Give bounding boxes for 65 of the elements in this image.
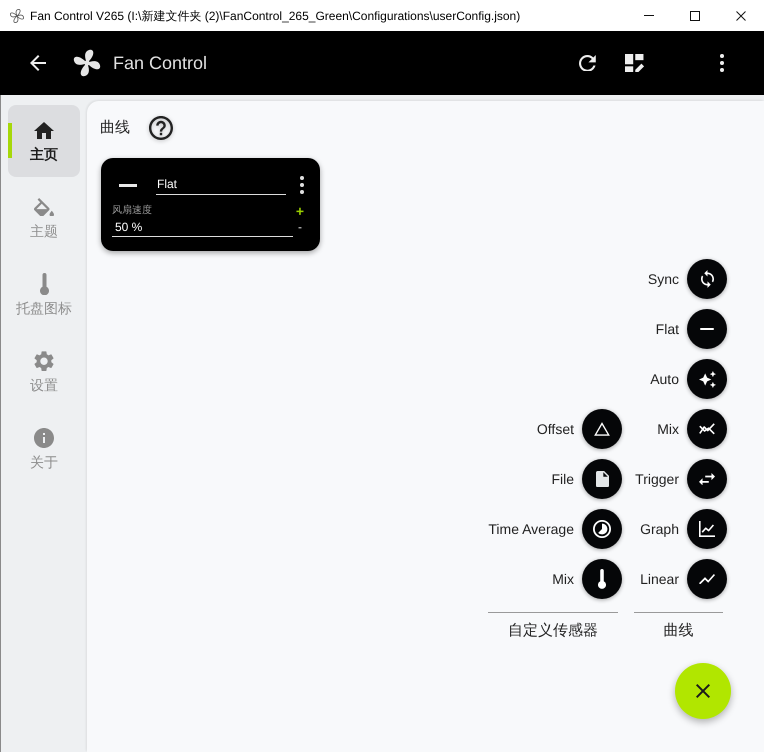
- swap-arrows-icon: [699, 472, 715, 486]
- circular-arrows-icon: [700, 270, 714, 288]
- sparkles-icon: [698, 370, 716, 388]
- thermometer-icon: [598, 569, 606, 589]
- close-button[interactable]: [675, 663, 731, 719]
- speed-dial-button[interactable]: [687, 459, 727, 499]
- group-caption: 曲线: [662, 621, 694, 641]
- action-label: Graph: [640, 520, 679, 538]
- trend-line-icon: [699, 574, 715, 584]
- field-value: 50 %: [114, 219, 144, 236]
- action-label: File: [551, 470, 574, 488]
- close-icon: [736, 10, 746, 20]
- speed-dial-button[interactable]: [687, 509, 727, 549]
- action-label: Mix: [657, 420, 679, 438]
- help-icon: [149, 116, 173, 140]
- more-icon: [300, 176, 304, 194]
- paint-bucket-icon: [34, 198, 54, 216]
- fan-logo-icon: [73, 49, 101, 77]
- group-caption: 自定义传感器: [507, 621, 599, 641]
- action-label: Time Average: [488, 520, 574, 538]
- name-field[interactable]: Flat: [156, 175, 286, 195]
- speed-dial-button[interactable]: [582, 559, 622, 599]
- window-title: Fan Control V265 (I:\新建文件夹 (2)\FanControl_265_Green\Configurations\userConfig.json): [30, 8, 522, 24]
- back-arrow-icon: [30, 55, 46, 71]
- thermometer-icon: [40, 272, 48, 296]
- speed-dial-button[interactable]: [687, 309, 727, 349]
- minus-icon: [119, 184, 137, 186]
- field-label: 风扇速度: [112, 204, 153, 218]
- refresh-icon: [578, 54, 596, 72]
- speed-dial-button[interactable]: [687, 409, 727, 449]
- card-menu-button[interactable]: [297, 175, 307, 195]
- app-title: Fan Control: [113, 52, 208, 75]
- increment-button[interactable]: +: [293, 204, 307, 218]
- close-icon: [696, 684, 710, 698]
- action-label: Offset: [536, 420, 574, 438]
- maximize-icon: [690, 10, 700, 20]
- action-label: Flat: [656, 320, 679, 338]
- action-label: Auto: [650, 370, 679, 388]
- info-icon: [34, 428, 54, 448]
- action-label: Linear: [640, 570, 679, 588]
- speed-dial-button[interactable]: [687, 559, 727, 599]
- decrement-button[interactable]: -: [293, 218, 307, 236]
- action-label: Trigger: [635, 470, 679, 488]
- speed-dial-button[interactable]: [582, 509, 622, 549]
- pie-chart-icon: [593, 520, 611, 538]
- fan-speed-field[interactable]: 风扇速度 50 %: [112, 204, 293, 237]
- action-label: Mix: [552, 570, 574, 588]
- more-icon: [720, 54, 724, 72]
- document-icon: [596, 470, 608, 488]
- speed-dial-button[interactable]: [687, 259, 727, 299]
- minimize-icon: [644, 15, 654, 16]
- home-icon: [34, 122, 54, 138]
- nav-item[interactable]: 主页: [8, 105, 80, 177]
- triangle-icon: [594, 422, 610, 436]
- line-chart-icon: [699, 521, 715, 537]
- minus-icon: [700, 328, 714, 330]
- settings-icon: [34, 350, 54, 372]
- crossing-lines-icon: [699, 423, 715, 435]
- dashboard-edit-icon: [625, 54, 645, 72]
- section-heading: 曲线: [100, 118, 130, 138]
- speed-dial-button[interactable]: [582, 459, 622, 499]
- speed-dial-button[interactable]: [582, 409, 622, 449]
- app-icon: [10, 8, 24, 22]
- speed-dial-button[interactable]: [687, 359, 727, 399]
- action-label: Sync: [648, 270, 679, 288]
